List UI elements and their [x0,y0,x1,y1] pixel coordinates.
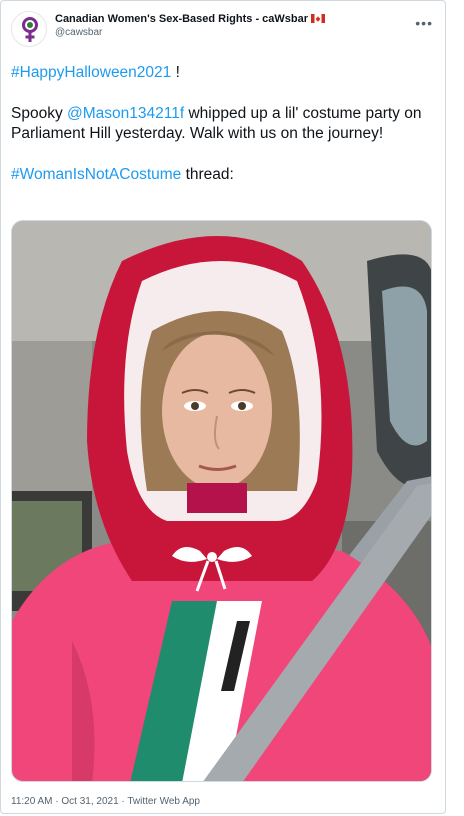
tweet-card: Canadian Women's Sex-Based Rights - caWs… [0,0,446,814]
tweet-line-1: #HappyHalloween2021 ! [11,63,431,84]
venus-symbol-icon [22,17,38,42]
text-span: Spooky [11,104,68,122]
text-span: thread: [181,165,234,183]
tweet-timestamp[interactable]: 11:20 AM · Oct 31, 2021 · Twitter Web Ap… [11,796,200,807]
more-options-icon[interactable]: ••• [415,15,433,31]
text-span: ! [171,64,180,81]
photo-illustration [12,221,431,781]
author-handle[interactable]: @cawsbar [55,27,325,38]
tweet-text: #HappyHalloween2021 ! Spooky @Mason13421… [11,63,431,185]
author-names: Canadian Women's Sex-Based Rights - caWs… [55,13,326,38]
tweet-photo[interactable] [11,220,432,782]
avatar[interactable] [11,11,47,47]
display-name-text: Canadian Women's Sex-Based Rights - caWs… [55,13,309,25]
author-display-name[interactable]: Canadian Women's Sex-Based Rights - caWs… [55,13,326,25]
hashtag-happyhalloween[interactable]: #HappyHalloween2021 [11,64,171,81]
tweet-line-2: Spooky @Mason134211f whipped up a lil' c… [11,104,431,145]
tweet-line-3: #WomanIsNotACostume thread: [11,165,431,186]
tweet-header: Canadian Women's Sex-Based Rights - caWs… [11,11,437,51]
canada-flag-icon [311,14,326,23]
hashtag-womanisnotacostume[interactable]: #WomanIsNotACostume [11,166,181,183]
mention-link[interactable]: @Mason134211f [67,105,184,122]
